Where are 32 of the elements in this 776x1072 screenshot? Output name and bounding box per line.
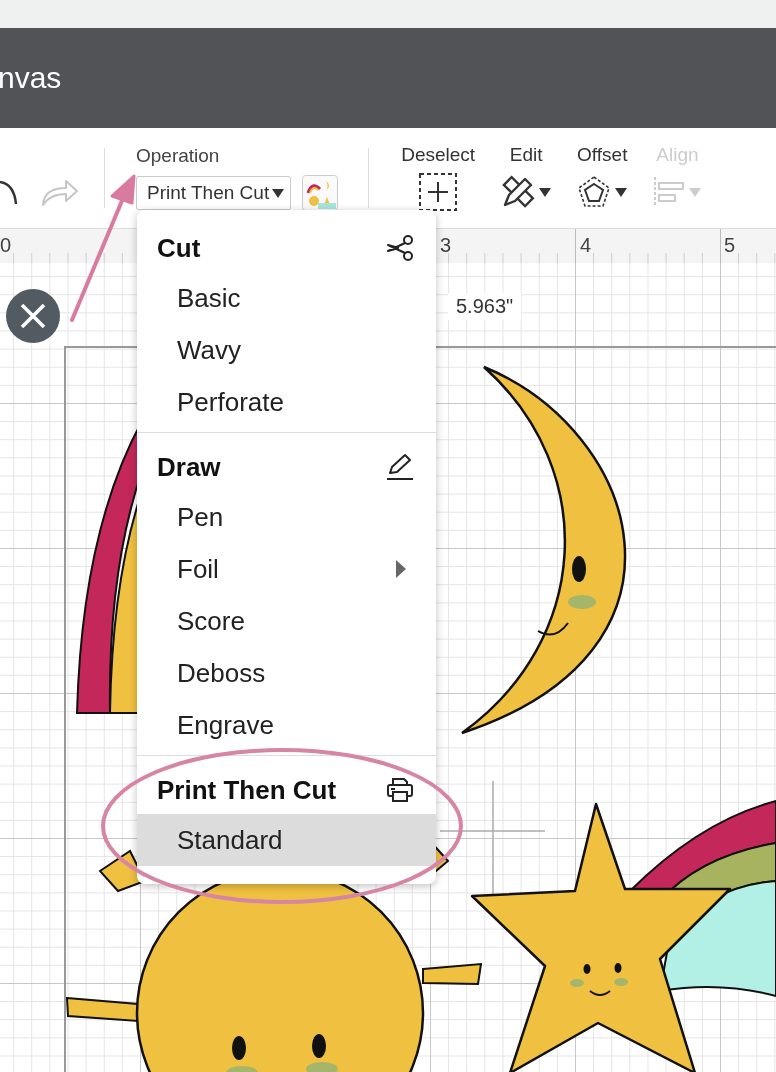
printer-icon	[386, 777, 414, 803]
menu-item[interactable]: Standard	[137, 814, 436, 866]
scissors-icon	[386, 235, 414, 261]
menu-item[interactable]: Basic	[137, 272, 436, 324]
menu-item[interactable]: Deboss	[137, 647, 436, 699]
caret-icon	[272, 188, 285, 198]
menu-item[interactable]: Engrave	[137, 699, 436, 751]
ruler-number: 4	[580, 234, 592, 257]
menu-item[interactable]: Score	[137, 595, 436, 647]
close-icon[interactable]	[6, 289, 60, 343]
image-thumbnail-icon[interactable]	[302, 175, 339, 211]
menu-item[interactable]: Perforate	[137, 376, 436, 428]
menu-item[interactable]: Foil	[137, 543, 436, 595]
deselect-icon	[419, 173, 458, 211]
tool-button[interactable]: Offset	[577, 144, 628, 212]
menu-item[interactable]: Wavy	[137, 324, 436, 376]
tool-button[interactable]: Edit	[501, 144, 552, 212]
menu-section-title: Draw	[157, 451, 221, 483]
ruler-number: 5	[724, 234, 736, 257]
ruler-number: 3	[440, 234, 452, 257]
menu-section-title: Cut	[157, 232, 201, 264]
ruler-number: 0	[0, 234, 12, 257]
pentagon-offset-icon	[577, 175, 612, 209]
tool-button[interactable]: Deselect	[401, 144, 476, 212]
pencil-icon	[386, 453, 414, 481]
operation-label: Operation	[136, 145, 221, 167]
menu-section-title: Print Then Cut	[157, 774, 337, 806]
menu-item[interactable]: Pen	[137, 491, 436, 543]
dimension-label: 5.963"	[448, 293, 522, 320]
operation-dropdown[interactable]: Print Then Cut	[136, 176, 292, 210]
window-title: nvas	[0, 61, 62, 95]
pencil-ruler-icon	[501, 175, 536, 209]
